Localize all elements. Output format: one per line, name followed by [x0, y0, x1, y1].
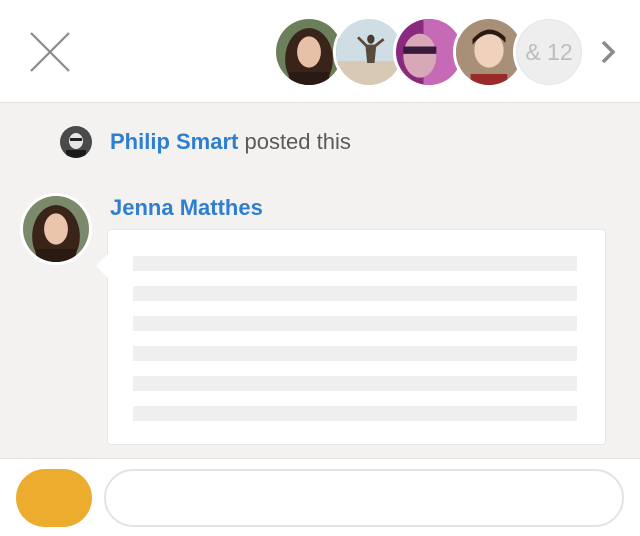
posted-suffix: posted this [238, 129, 351, 154]
posted-text: Philip Smart posted this [110, 129, 351, 155]
placeholder-line [133, 346, 577, 361]
bubble-tail [96, 254, 108, 278]
comment-author-avatar[interactable] [20, 193, 92, 265]
compose-bar [0, 458, 640, 536]
comment-author-name[interactable]: Jenna Matthes [110, 195, 263, 221]
reply-input[interactable] [104, 469, 624, 527]
close-button[interactable] [28, 30, 72, 74]
placeholder-line [133, 376, 577, 391]
action-button[interactable] [16, 469, 92, 527]
more-participants-badge[interactable]: & 12 [513, 16, 585, 88]
placeholder-line [133, 406, 577, 421]
next-button[interactable] [598, 38, 620, 66]
posted-by-row: Philip Smart posted this [60, 126, 351, 158]
header-bar: & 12 [0, 0, 640, 103]
poster-name-link[interactable]: Philip Smart [110, 129, 238, 154]
poster-avatar[interactable] [60, 126, 92, 158]
placeholder-line [133, 286, 577, 301]
chevron-right-icon [601, 40, 616, 64]
close-icon [30, 32, 70, 72]
comment-bubble [96, 229, 606, 445]
placeholder-line [133, 256, 577, 271]
placeholder-line [133, 316, 577, 331]
